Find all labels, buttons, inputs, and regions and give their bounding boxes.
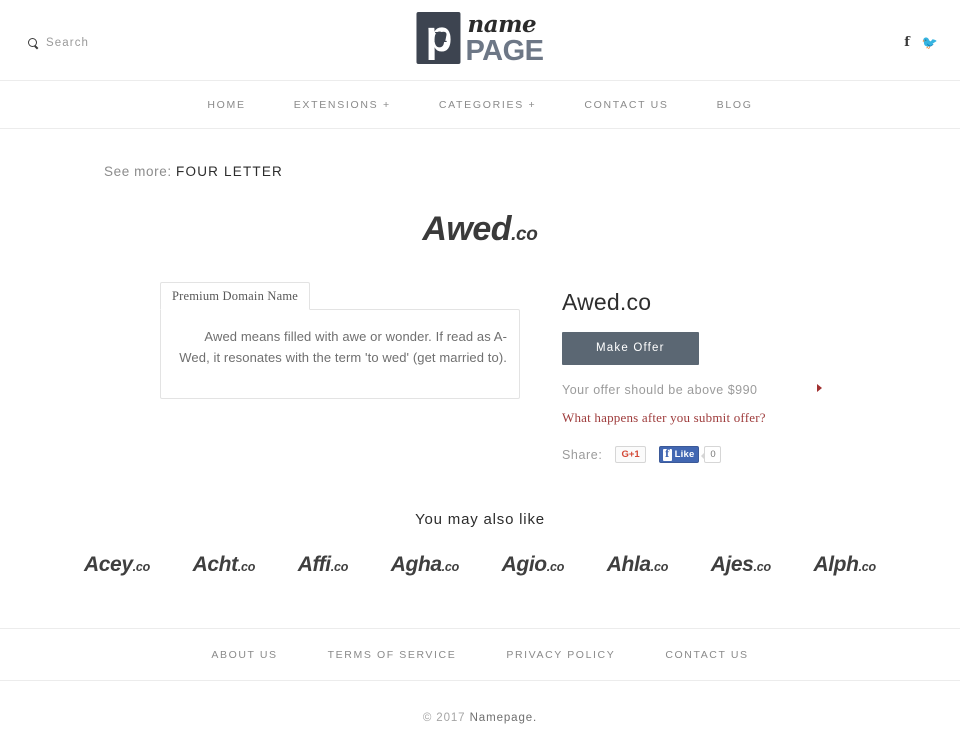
twitter-icon[interactable]: 🐦 xyxy=(922,36,938,49)
facebook-like-widget: f Like 0 xyxy=(658,446,722,463)
copyright-year: © 2017 xyxy=(422,712,466,724)
related-domain-acey[interactable]: Acey.co xyxy=(84,552,150,580)
related-domain-tld: .co xyxy=(330,560,349,574)
main-content: See more: FOUR LETTER Awed.co Premium Do… xyxy=(0,161,960,580)
footer-link-privacy-policy[interactable]: PRIVACY POLICY xyxy=(481,649,640,661)
copyright-brand: Namepage. xyxy=(469,712,538,724)
google-plus-one-button[interactable]: G+1 xyxy=(615,446,646,463)
offer-panel: Awed.co Make Offer Your offer should be … xyxy=(562,282,822,463)
description-body: Awed means filled with awe or wonder. If… xyxy=(160,309,520,399)
facebook-like-count: 0 xyxy=(701,446,722,463)
main-navigation: HOME EXTENSIONS + CATEGORIES + CONTACT U… xyxy=(0,81,960,129)
logo-n-script: n xyxy=(433,23,449,47)
footer-link-terms-of-service[interactable]: TERMS OF SERVICE xyxy=(303,649,482,661)
facebook-like-label: Like xyxy=(674,449,695,460)
tab-premium-domain-name[interactable]: Premium Domain Name xyxy=(160,282,310,310)
related-domains-grid: Acey.co Acht.co Affi.co Agha.co Agio.co … xyxy=(0,552,960,580)
make-offer-button[interactable]: Make Offer xyxy=(562,332,699,365)
see-more-category-link[interactable]: FOUR LETTER xyxy=(176,164,283,179)
facebook-icon[interactable]: f xyxy=(904,36,910,49)
copyright-notice: © 2017 Namepage. xyxy=(0,681,960,724)
related-domain-tld: .co xyxy=(237,560,256,574)
related-domains-section: You may also like Acey.co Acht.co Affi.c… xyxy=(0,511,960,580)
related-domain-tld: .co xyxy=(546,560,565,574)
detail-section: Premium Domain Name Awed means filled wi… xyxy=(0,282,960,463)
related-domain-name: Acey xyxy=(84,553,133,576)
logo-mark-icon: p n xyxy=(416,12,461,64)
related-domain-tld: .co xyxy=(650,560,669,574)
description-text: Awed means filled with awe or wonder. If… xyxy=(179,329,507,365)
footer-link-contact-us[interactable]: CONTACT US xyxy=(640,649,773,661)
related-domain-tld: .co xyxy=(753,560,771,574)
related-domain-name: Acht xyxy=(192,553,238,576)
search-icon xyxy=(28,37,39,49)
related-domains-heading: You may also like xyxy=(415,511,545,528)
related-domain-alph[interactable]: Alph.co xyxy=(813,552,876,580)
related-domain-name: Affi xyxy=(297,553,331,576)
share-label: Share: xyxy=(562,447,603,462)
search-trigger[interactable]: Search xyxy=(28,37,89,49)
related-domain-tld: .co xyxy=(132,560,151,574)
page-title-tld: .co xyxy=(511,224,538,245)
facebook-f-icon: f xyxy=(662,448,672,461)
logo-page-text: PAGE xyxy=(465,35,544,67)
nav-item-home[interactable]: HOME xyxy=(183,99,269,111)
top-header-bar: Search p n name PAGE f 🐦 xyxy=(0,0,960,81)
related-domain-ajes[interactable]: Ajes.co xyxy=(711,552,771,580)
see-more-label: See more: xyxy=(104,164,172,179)
description-tabs: Premium Domain Name xyxy=(160,282,520,310)
related-domain-affi[interactable]: Affi.co xyxy=(297,552,349,580)
related-domain-agio[interactable]: Agio.co xyxy=(502,552,565,580)
see-more-breadcrumb: See more: FOUR LETTER xyxy=(0,161,300,182)
share-row: Share: G+1 f Like 0 xyxy=(562,446,800,463)
footer-link-about-us[interactable]: ABOUT US xyxy=(186,649,302,661)
related-domain-tld: .co xyxy=(858,560,877,574)
related-domain-name: Agio xyxy=(501,553,547,576)
related-domain-ahla[interactable]: Ahla.co xyxy=(606,552,669,580)
related-domain-tld: .co xyxy=(441,560,460,574)
logo-wordmark: name PAGE xyxy=(465,11,544,67)
offer-minimum-note: Your offer should be above $990 xyxy=(562,381,822,400)
search-label: Search xyxy=(46,37,90,49)
logo-name-text: name xyxy=(467,11,537,38)
nav-item-extensions[interactable]: EXTENSIONS + xyxy=(270,99,415,111)
page-title-name: Awed xyxy=(422,210,512,248)
site-logo[interactable]: p n name PAGE xyxy=(416,11,544,68)
page-title: Awed.co xyxy=(0,210,960,254)
header-social-links: f 🐦 xyxy=(904,36,938,49)
related-domain-agha[interactable]: Agha.co xyxy=(390,552,460,580)
domain-heading: Awed.co xyxy=(562,289,652,315)
related-domain-name: Ahla xyxy=(606,553,651,576)
related-domain-acht[interactable]: Acht.co xyxy=(193,552,256,580)
related-domain-name: Agha xyxy=(390,553,442,576)
related-domain-name: Alph xyxy=(813,553,859,576)
nav-item-contact-us[interactable]: CONTACT US xyxy=(560,99,692,111)
nav-item-categories[interactable]: CATEGORIES + xyxy=(415,99,561,111)
footer-navigation: ABOUT US TERMS OF SERVICE PRIVACY POLICY… xyxy=(0,629,960,681)
related-domain-name: Ajes xyxy=(710,553,754,576)
arrow-right-icon xyxy=(817,384,822,392)
facebook-like-button[interactable]: f Like xyxy=(658,446,700,463)
offer-minimum-text: Your offer should be above $990 xyxy=(562,383,758,397)
description-panel: Premium Domain Name Awed means filled wi… xyxy=(160,282,520,399)
nav-item-blog[interactable]: BLOG xyxy=(693,99,777,111)
what-happens-link[interactable]: What happens after you submit offer? xyxy=(562,410,800,426)
